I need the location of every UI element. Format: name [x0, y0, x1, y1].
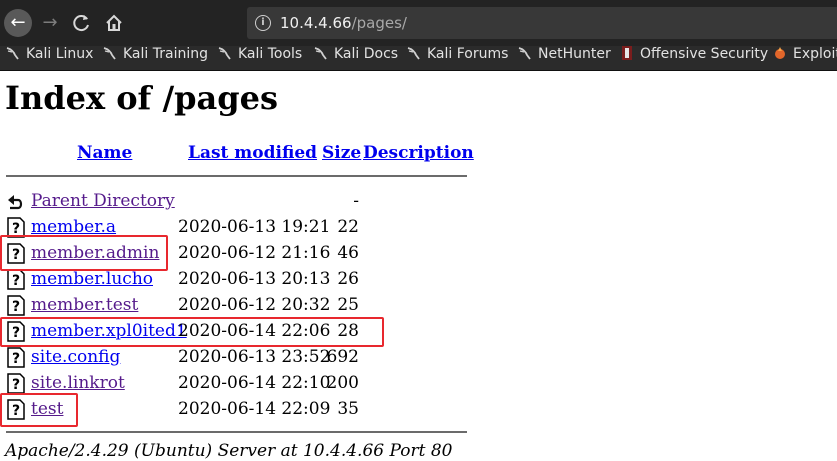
bookmark-label: NetHunter: [538, 46, 611, 62]
file-link[interactable]: site.linkrot: [31, 373, 125, 393]
unknown-file-icon: ?: [7, 373, 25, 394]
back-arrow-icon[interactable]: ←: [4, 9, 32, 37]
kali-dragon-icon: [314, 47, 327, 60]
bookmark-label: Exploit: [793, 46, 837, 62]
file-modified: 2020-06-12 21:16: [178, 243, 331, 263]
page-title: Index of /pages: [5, 79, 278, 117]
table-row: ? site.config 2020-06-13 23:52 692: [0, 347, 480, 373]
highlight-box-member-admin: [0, 235, 168, 271]
parent-directory-row: Parent Directory -: [0, 191, 480, 217]
file-size: 35: [337, 399, 359, 419]
unknown-file-icon: ?: [7, 295, 25, 316]
file-modified: 2020-06-12 20:32: [178, 295, 331, 315]
unknown-file-icon: ?: [7, 269, 25, 290]
forward-arrow-icon[interactable]: →: [36, 9, 64, 37]
address-bar[interactable]: i 10.4.4.66/pages/: [247, 7, 837, 39]
bookmark-kali-tools[interactable]: Kali Tools: [218, 46, 302, 70]
server-signature: Apache/2.4.29 (Ubuntu) Server at 10.4.4.…: [5, 441, 453, 461]
kali-dragon-icon: [407, 47, 420, 60]
bookmark-kali-docs[interactable]: Kali Docs: [314, 46, 398, 70]
svg-text:?: ?: [12, 351, 20, 367]
bookmark-kali-forums[interactable]: Kali Forums: [407, 46, 508, 70]
kali-dragon-icon: [218, 47, 231, 60]
bookmark-label: Kali Tools: [238, 46, 303, 62]
kali-dragon-icon: [103, 47, 116, 60]
reload-icon[interactable]: [68, 9, 96, 37]
file-size: 26: [337, 269, 359, 289]
bookmark-exploit[interactable]: Exploit: [773, 46, 837, 70]
table-row: ? member.lucho 2020-06-13 20:13 26: [0, 269, 480, 295]
file-size: 200: [326, 373, 359, 393]
url-host: 10.4.4.66: [280, 14, 352, 32]
file-modified: 2020-06-13 20:13: [178, 269, 331, 289]
site-info-icon[interactable]: i: [255, 15, 271, 31]
bookmark-offensive-security[interactable]: Offensive Security: [620, 46, 768, 70]
highlight-box-member-xpl0ited1: [0, 317, 384, 347]
svg-text:?: ?: [12, 299, 20, 315]
footer-divider: [6, 431, 467, 433]
file-size: 22: [337, 217, 359, 237]
url-text[interactable]: 10.4.4.66/pages/: [280, 14, 407, 32]
file-size: 25: [337, 295, 359, 315]
file-modified: 2020-06-13 19:21: [178, 217, 331, 237]
file-modified: 2020-06-14 22:10: [178, 373, 331, 393]
bookmark-label: Kali Forums: [427, 46, 509, 62]
parent-directory-link[interactable]: Parent Directory: [31, 191, 175, 211]
column-header-size[interactable]: Size: [322, 143, 361, 163]
bookmark-label: Kali Linux: [26, 46, 94, 62]
column-header-name[interactable]: Name: [77, 143, 132, 163]
bookmark-label: Kali Docs: [334, 46, 399, 62]
browser-toolbar: ← → i 10.4.4.66/pages/: [0, 0, 837, 46]
file-link[interactable]: member.lucho: [31, 269, 153, 289]
bookmarks-bar: Kali Linux Kali Training Kali Tools Kali…: [0, 46, 837, 71]
bookmark-label: Kali Training: [123, 46, 208, 62]
file-size: 692: [326, 347, 359, 367]
svg-text:?: ?: [12, 273, 20, 289]
unknown-file-icon: ?: [7, 347, 25, 368]
home-icon[interactable]: [100, 9, 128, 37]
url-path: /pages/: [351, 14, 407, 32]
kali-dragon-icon: [518, 47, 531, 60]
file-modified: 2020-06-13 23:52: [178, 347, 331, 367]
kali-dragon-icon: [6, 47, 19, 60]
back-folder-icon: [8, 195, 23, 210]
offsec-icon: [622, 46, 632, 60]
file-link[interactable]: member.a: [31, 217, 116, 237]
bookmark-kali-linux[interactable]: Kali Linux: [6, 46, 93, 70]
file-link[interactable]: site.config: [31, 347, 120, 367]
exploit-db-icon: [775, 47, 785, 59]
bookmark-nethunter[interactable]: NetHunter: [518, 46, 611, 70]
file-link[interactable]: member.test: [31, 295, 138, 315]
file-size: -: [353, 191, 359, 211]
directory-listing-page: Index of /pages Name Last modified Size …: [0, 71, 837, 461]
svg-text:?: ?: [12, 377, 20, 393]
bookmark-label: Offensive Security: [640, 46, 769, 62]
bookmark-kali-training[interactable]: Kali Training: [103, 46, 208, 70]
highlight-box-test: [0, 393, 78, 427]
file-size: 46: [337, 243, 359, 263]
file-modified: 2020-06-14 22:09: [178, 399, 331, 419]
column-header-description[interactable]: Description: [363, 143, 474, 163]
header-divider: [6, 175, 467, 177]
column-header-last-modified[interactable]: Last modified: [188, 143, 317, 163]
